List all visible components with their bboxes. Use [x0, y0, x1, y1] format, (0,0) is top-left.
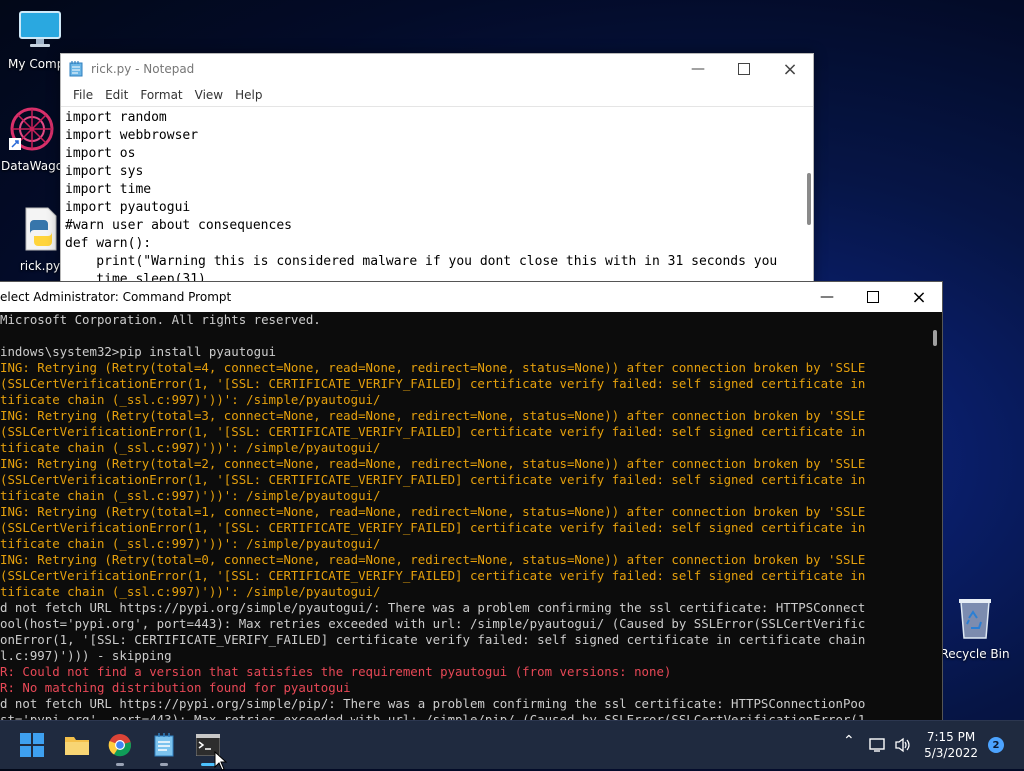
- console-line: (SSLCertVerificationError(1, '[SSL: CERT…: [0, 568, 866, 583]
- maximize-icon: [867, 291, 879, 303]
- chrome-icon: [108, 734, 132, 757]
- console-line: d not fetch URL https://pypi.org/simple/…: [0, 696, 866, 711]
- desktop-icon-label: Recycle Bin: [940, 647, 1010, 661]
- maximize-button[interactable]: [721, 54, 767, 84]
- menu-edit[interactable]: Edit: [99, 88, 134, 102]
- close-icon: ×: [911, 286, 927, 308]
- network-icon[interactable]: [869, 737, 887, 753]
- notepad-title: rick.py - Notepad: [91, 62, 195, 76]
- notepad-content[interactable]: import random import webbrowser import o…: [61, 107, 813, 291]
- datawago-icon: [9, 107, 54, 151]
- console-line: tificate chain (_ssl.c:997)'))': /simple…: [0, 392, 381, 407]
- console-line: tificate chain (_ssl.c:997)'))': /simple…: [0, 440, 381, 455]
- console-line: (SSLCertVerificationError(1, '[SSL: CERT…: [0, 520, 866, 535]
- python-file-icon: [25, 207, 57, 251]
- minimize-button[interactable]: —: [804, 282, 850, 312]
- console-line: ING: Retrying (Retry(total=2, connect=No…: [0, 456, 866, 471]
- console-line: indows\system32>pip install pyautogui: [0, 344, 277, 359]
- maximize-icon: [738, 63, 750, 75]
- clock-date: 5/3/2022: [924, 746, 978, 760]
- windows-start-icon: [20, 733, 44, 757]
- volume-icon[interactable]: [894, 737, 912, 753]
- close-icon: ×: [782, 58, 798, 80]
- notification-badge[interactable]: 2: [988, 737, 1004, 753]
- monitor-icon: [19, 11, 61, 47]
- console-line: onError(1, '[SSL: CERTIFICATE_VERIFY_FAI…: [0, 632, 866, 647]
- menu-file[interactable]: File: [67, 88, 99, 102]
- notepad-app-icon: [69, 61, 83, 77]
- menu-format[interactable]: Format: [134, 88, 188, 102]
- file-explorer-icon: [65, 737, 89, 755]
- mouse-cursor-icon: [214, 751, 228, 771]
- console-line: (SSLCertVerificationError(1, '[SSL: CERT…: [0, 424, 866, 439]
- console-line: ING: Retrying (Retry(total=4, connect=No…: [0, 360, 866, 375]
- notepad-window[interactable]: rick.py - Notepad — × File Edit Format V…: [60, 53, 814, 295]
- start-button[interactable]: [16, 729, 48, 761]
- cmd-scrollbar[interactable]: [933, 330, 937, 346]
- notepad-scrollbar[interactable]: [807, 173, 811, 225]
- notepad-text-area[interactable]: import random import webbrowser import o…: [61, 106, 813, 294]
- console-line: R: No matching distribution found for py…: [0, 680, 351, 695]
- console-line: ING: Retrying (Retry(total=1, connect=No…: [0, 504, 866, 519]
- close-button[interactable]: ×: [896, 282, 942, 312]
- taskbar-chrome[interactable]: [104, 729, 136, 766]
- console-line: ool(host='pypi.org', port=443): Max retr…: [0, 616, 866, 631]
- menu-help[interactable]: Help: [229, 88, 268, 102]
- notepad-icon: [154, 733, 174, 757]
- command-prompt-window[interactable]: elect Administrator: Command Prompt — × …: [0, 281, 943, 732]
- console-line: (SSLCertVerificationError(1, '[SSL: CERT…: [0, 376, 866, 391]
- taskbar: ⌃ 7:15 PM 5/3/2022 2: [0, 720, 1024, 771]
- console-line: ING: Retrying (Retry(total=3, connect=No…: [0, 408, 866, 423]
- console-line: d not fetch URL https://pypi.org/simple/…: [0, 600, 866, 615]
- console-line: R: Could not find a version that satisfi…: [0, 664, 672, 679]
- menu-view[interactable]: View: [189, 88, 229, 102]
- cmd-title: elect Administrator: Command Prompt: [0, 290, 232, 304]
- recycle-bin-icon: [959, 599, 991, 639]
- cmd-console-output[interactable]: Microsoft Corporation. All rights reserv…: [0, 312, 926, 732]
- console-line: (SSLCertVerificationError(1, '[SSL: CERT…: [0, 472, 866, 487]
- taskbar-notepad[interactable]: [148, 729, 180, 766]
- notepad-menubar: File Edit Format View Help: [61, 84, 813, 106]
- running-indicator: [116, 763, 124, 766]
- close-button[interactable]: ×: [767, 54, 813, 84]
- taskbar-file-explorer[interactable]: [61, 729, 93, 761]
- system-clock[interactable]: 7:15 PM 5/3/2022: [924, 729, 978, 761]
- console-line: tificate chain (_ssl.c:997)'))': /simple…: [0, 584, 381, 599]
- console-line: ING: Retrying (Retry(total=0, connect=No…: [0, 552, 866, 567]
- desktop-icon-recycle-bin[interactable]: Recycle Bin: [935, 596, 1015, 661]
- clock-time: 7:15 PM: [926, 730, 976, 744]
- show-hidden-icons-chevron-icon[interactable]: ⌃: [843, 733, 855, 749]
- console-line: tificate chain (_ssl.c:997)'))': /simple…: [0, 488, 381, 503]
- minimize-icon: —: [691, 61, 705, 77]
- notepad-titlebar[interactable]: rick.py - Notepad — ×: [61, 54, 813, 84]
- cmd-titlebar[interactable]: elect Administrator: Command Prompt — ×: [0, 282, 942, 312]
- maximize-button[interactable]: [850, 282, 896, 312]
- running-indicator: [160, 763, 168, 766]
- minimize-button[interactable]: —: [675, 54, 721, 84]
- console-line: l.c:997)'))) - skipping: [0, 648, 172, 663]
- minimize-icon: —: [820, 289, 834, 305]
- console-line: Microsoft Corporation. All rights reserv…: [0, 312, 321, 327]
- console-line: tificate chain (_ssl.c:997)'))': /simple…: [0, 536, 381, 551]
